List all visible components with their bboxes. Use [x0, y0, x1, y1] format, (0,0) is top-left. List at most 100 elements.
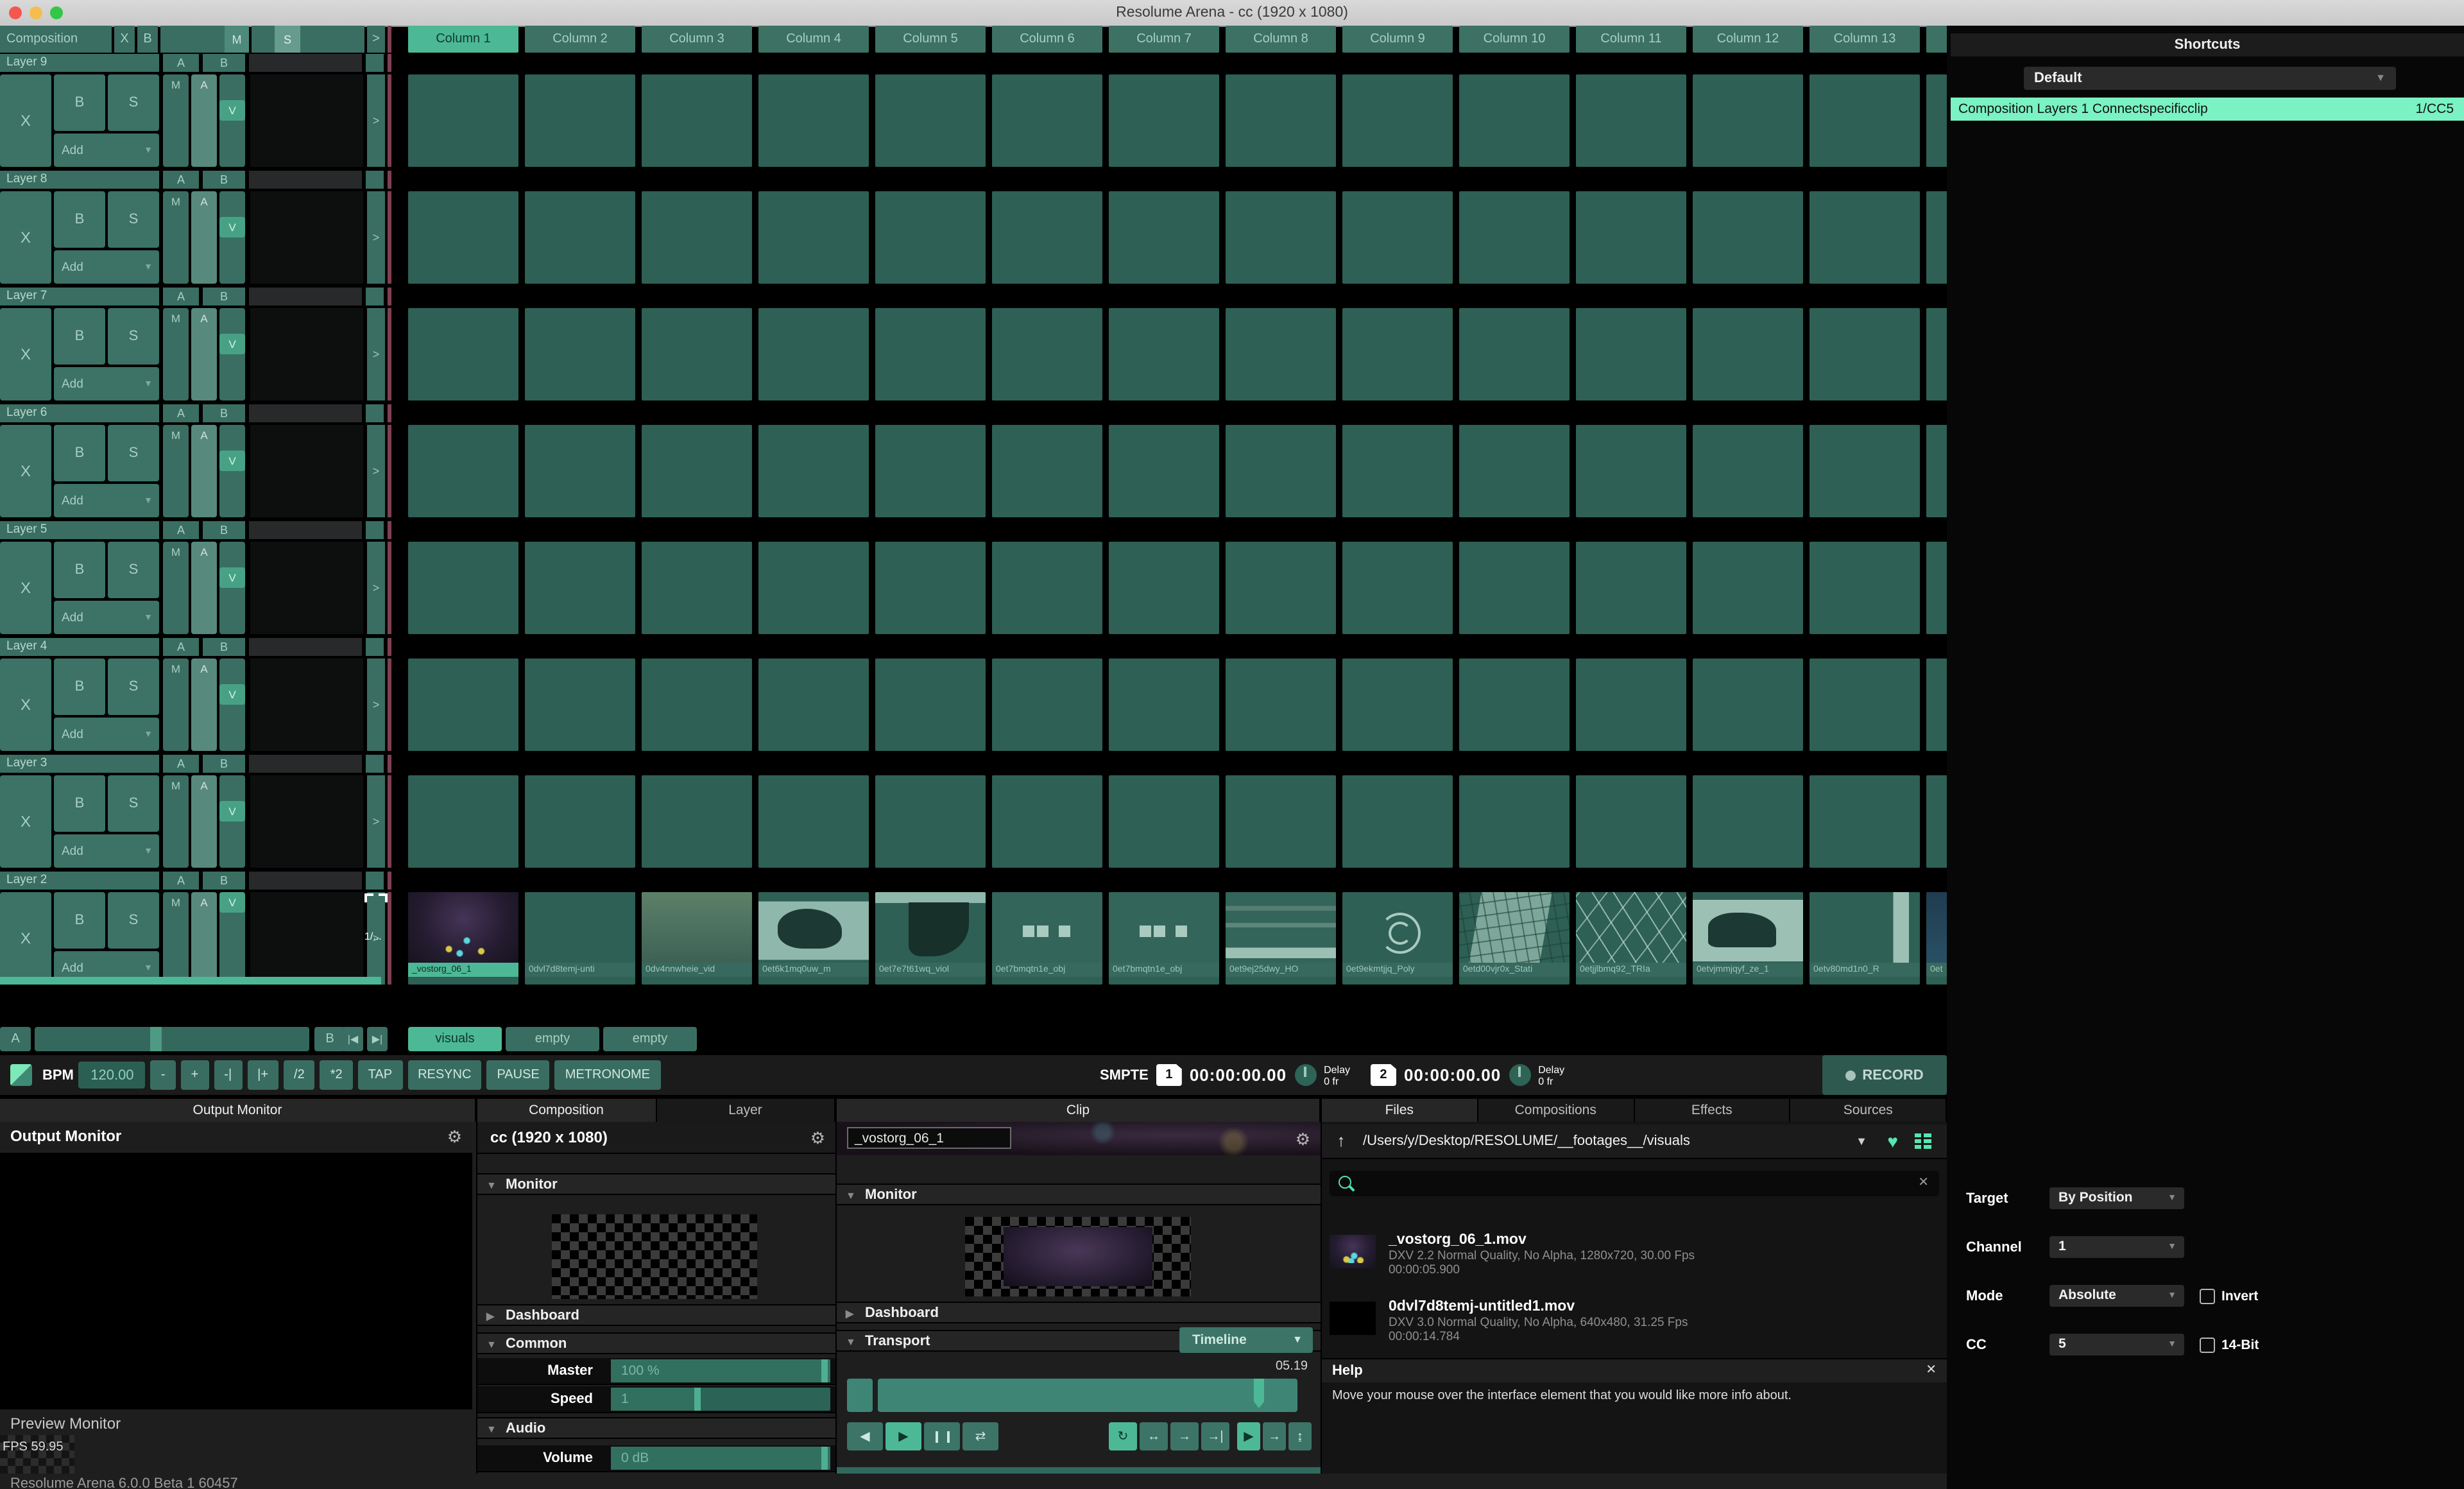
layer-video-button[interactable]: V — [219, 684, 245, 705]
pause-button[interactable] — [924, 1422, 960, 1450]
column-header[interactable]: Column 2 — [525, 26, 635, 53]
clip-slot[interactable] — [875, 658, 986, 751]
clip-slot[interactable] — [1342, 658, 1453, 751]
clip-slot[interactable] — [525, 74, 635, 167]
deck-previous-button[interactable]: |◀ — [343, 1027, 363, 1051]
clip-slot[interactable] — [1342, 191, 1453, 284]
clip-slot[interactable]: _vostorg_06_1 — [408, 892, 518, 985]
clip-slot[interactable] — [642, 425, 752, 517]
clip-slot[interactable] — [875, 542, 986, 634]
clip-slot[interactable]: 0et9ekmtjjq_Poly — [1342, 892, 1453, 985]
layer-bypass-button[interactable]: B — [54, 191, 105, 248]
layer-blend-mode-dropdown[interactable]: Add▼ — [54, 718, 159, 751]
clip-slot[interactable] — [1342, 308, 1453, 400]
midi-field-dropdown[interactable]: By Position▼ — [2049, 1187, 2184, 1209]
layer-clear-button[interactable]: X — [0, 74, 51, 167]
layer-name[interactable]: Layer 4 — [0, 638, 159, 656]
bpm-button[interactable]: METRONOME — [555, 1060, 660, 1090]
clip-slot[interactable] — [1109, 658, 1219, 751]
clip-slot[interactable] — [1576, 658, 1686, 751]
chevron-down-icon[interactable]: ▼ — [1856, 1124, 1867, 1158]
column-header[interactable]: Column 11 — [1576, 26, 1686, 53]
column-header[interactable]: Column 9 — [1342, 26, 1453, 53]
clip-slot[interactable] — [1576, 191, 1686, 284]
layer-video-button[interactable]: V — [219, 100, 245, 121]
clip-slot[interactable]: 0etvjmmjqyf_ze_1 — [1693, 892, 1803, 985]
clip-slot[interactable] — [408, 658, 518, 751]
layer-solo-button[interactable]: S — [108, 542, 159, 598]
layer-master-fader[interactable]: M — [163, 74, 189, 167]
layer-clear-button[interactable]: X — [0, 775, 51, 868]
layer-video-button[interactable]: V — [219, 334, 245, 354]
shortcut-preset-dropdown[interactable]: Default▼ — [2024, 67, 2396, 90]
midi-field-dropdown[interactable]: 1▼ — [2049, 1236, 2184, 1258]
clip-slot[interactable] — [758, 308, 869, 400]
bpm-button[interactable]: TAP — [358, 1060, 402, 1090]
bpm-button[interactable]: + — [181, 1060, 209, 1090]
clip-slot[interactable] — [1810, 191, 1920, 284]
layer-deck-b-button[interactable]: B — [203, 171, 245, 189]
clip-slot[interactable] — [1926, 74, 1947, 167]
composition-icon[interactable] — [10, 1064, 32, 1086]
section-dashboard[interactable]: ▶Dashboard — [837, 1302, 1321, 1323]
clip-slot[interactable] — [642, 542, 752, 634]
layer-connect-next-button[interactable]: > — [367, 74, 385, 167]
clip-slot[interactable] — [1576, 308, 1686, 400]
clip-slot[interactable] — [408, 308, 518, 400]
preview-monitor-label[interactable]: Preview Monitor — [10, 1415, 121, 1433]
clip-slot[interactable] — [1459, 775, 1570, 868]
layer-solo-button[interactable]: S — [108, 74, 159, 131]
clip-slot[interactable] — [408, 425, 518, 517]
clip-slot[interactable] — [758, 658, 869, 751]
column-header[interactable]: Column 12 — [1693, 26, 1803, 53]
clip-slot[interactable] — [1459, 425, 1570, 517]
clip-slot[interactable] — [1109, 425, 1219, 517]
file-list-item[interactable]: _vostorg_06_1.mov DXV 2.2 Normal Quality… — [1330, 1232, 1939, 1276]
section-monitor[interactable]: ▼Monitor — [477, 1173, 835, 1195]
list-view-icon[interactable] — [1915, 1133, 1931, 1149]
layer-video-fader[interactable]: V — [219, 191, 245, 284]
clip-slot[interactable] — [1693, 658, 1803, 751]
clip-slot[interactable] — [1576, 425, 1686, 517]
clip-slot[interactable] — [1926, 542, 1947, 634]
layer-blend-mode-dropdown[interactable]: Add▼ — [54, 133, 159, 167]
layer-deck-a-button[interactable]: A — [163, 288, 199, 306]
timeline-position-marker[interactable] — [1254, 1379, 1264, 1402]
bpm-button[interactable]: PAUSE — [486, 1060, 549, 1090]
layer-video-fader[interactable]: V — [219, 542, 245, 634]
layer-transition-bar[interactable] — [0, 977, 381, 985]
clip-slot[interactable] — [525, 542, 635, 634]
layer-deck-b-button[interactable]: B — [203, 521, 245, 539]
layer-clear-button[interactable]: X — [0, 308, 51, 400]
clapper-2-icon[interactable]: 2 — [1371, 1064, 1396, 1086]
layer-audio-fader[interactable]: A — [191, 542, 217, 634]
layer-master-fader[interactable]: M — [163, 308, 189, 400]
clip-slot[interactable] — [1109, 74, 1219, 167]
clip-slot[interactable] — [1226, 74, 1336, 167]
bpm-button[interactable]: *2 — [320, 1060, 353, 1090]
play-hold-button[interactable]: →| — [1201, 1422, 1229, 1450]
layer-audio-fader[interactable]: A — [191, 191, 217, 284]
tab-composition[interactable]: Composition — [477, 1099, 656, 1122]
clip-slot[interactable] — [642, 775, 752, 868]
clip-slot[interactable] — [408, 542, 518, 634]
layer-solo-button[interactable]: S — [108, 658, 159, 715]
favorite-icon[interactable]: ♥ — [1887, 1124, 1898, 1158]
layer-audio-fader[interactable]: A — [191, 892, 217, 985]
layer-master-fader[interactable]: M — [163, 658, 189, 751]
bpm-button[interactable]: |+ — [247, 1060, 278, 1090]
column-header[interactable]: Column 13 — [1810, 26, 1920, 53]
bpm-button[interactable]: /2 — [284, 1060, 315, 1090]
clip-slot[interactable] — [758, 74, 869, 167]
layer-bypass-button[interactable]: B — [54, 775, 105, 832]
continue-button[interactable]: → — [1263, 1422, 1286, 1450]
layer-video-button[interactable]: V — [219, 451, 245, 471]
clip-slot[interactable] — [1576, 542, 1686, 634]
loop-button[interactable]: ↻ — [1109, 1422, 1137, 1450]
current-path[interactable]: /Users/y/Desktop/RESOLUME/__footages__/v… — [1363, 1124, 1690, 1158]
clip-slot[interactable] — [525, 191, 635, 284]
clear-search-icon[interactable]: ✕ — [1918, 1171, 1929, 1196]
composition-connect-next-button[interactable]: > — [367, 26, 385, 53]
layer-name[interactable]: Layer 3 — [0, 755, 159, 773]
layer-connect-next-button[interactable]: > — [367, 191, 385, 284]
